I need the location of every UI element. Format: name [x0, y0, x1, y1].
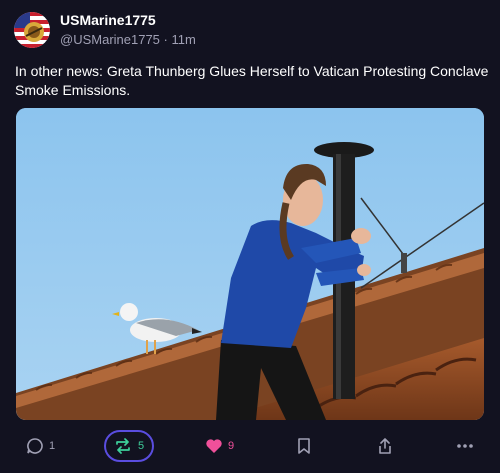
share-icon — [379, 438, 391, 454]
action-bar: 1 5 9 — [0, 426, 500, 466]
like-count: 9 — [228, 440, 235, 452]
author-handle[interactable]: @USMarine1775 — [60, 32, 160, 47]
bookmark-icon — [298, 438, 310, 454]
more-dots-icon — [457, 444, 473, 448]
repost-count: 5 — [137, 440, 145, 452]
more-options-button[interactable] — [456, 426, 474, 466]
bookmark-button[interactable] — [296, 426, 312, 466]
avatar[interactable] — [14, 12, 50, 48]
separator-dot: · — [163, 32, 168, 47]
american-flag-marine-emblem-icon — [14, 12, 50, 48]
post-card[interactable]: USMarine1775 @USMarine1775 · 11m In othe… — [0, 0, 500, 473]
like-button[interactable]: 9 — [205, 426, 234, 466]
reply-count: 1 — [49, 440, 56, 452]
author-name[interactable]: USMarine1775 — [60, 12, 156, 28]
reply-button[interactable]: 1 — [26, 426, 55, 466]
reply-icon — [27, 438, 43, 454]
author-meta: @USMarine1775 · 11m — [60, 32, 196, 47]
post-image[interactable] — [16, 108, 484, 420]
photo-woman-hugging-chimney-on-roof-with-seagull — [16, 108, 484, 420]
post-text: In other news: Greta Thunberg Glues Hers… — [15, 63, 489, 98]
post-time[interactable]: 11m — [172, 32, 196, 47]
heart-icon — [206, 439, 222, 453]
repost-icon — [116, 438, 130, 454]
share-button[interactable] — [376, 426, 394, 466]
repost-button[interactable]: 5 — [104, 430, 154, 462]
